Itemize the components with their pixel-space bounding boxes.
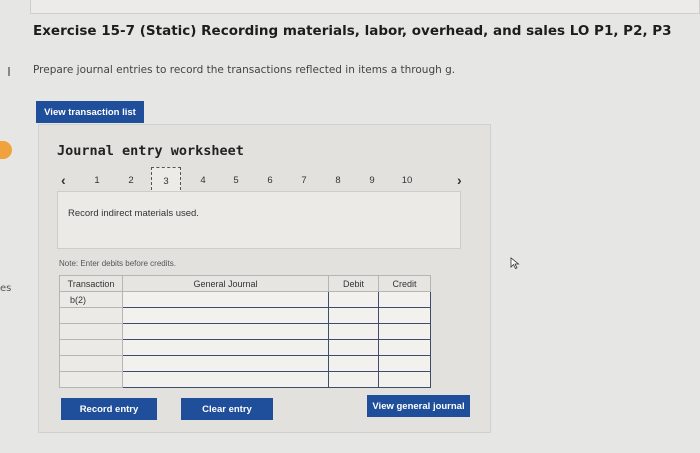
table-row bbox=[59, 323, 431, 340]
credit-input[interactable] bbox=[378, 355, 431, 372]
mouse-cursor-icon bbox=[510, 257, 520, 269]
page-4[interactable]: 4 bbox=[193, 175, 213, 186]
debit-input[interactable] bbox=[328, 323, 379, 340]
table-row bbox=[59, 355, 431, 372]
exercise-instructions: Prepare journal entries to record the tr… bbox=[33, 64, 456, 76]
page-7[interactable]: 7 bbox=[294, 175, 314, 186]
account-input[interactable] bbox=[122, 355, 329, 372]
account-input[interactable] bbox=[122, 371, 329, 388]
view-transaction-list-button[interactable]: View transaction list bbox=[36, 101, 144, 123]
page-6[interactable]: 6 bbox=[260, 175, 280, 186]
header-debit: Debit bbox=[328, 275, 379, 292]
header-transaction: Transaction bbox=[59, 275, 123, 292]
page-8[interactable]: 8 bbox=[328, 175, 348, 186]
exercise-title: Exercise 15-7 (Static) Recording materia… bbox=[33, 23, 672, 39]
journal-table: Transaction General Journal Debit Credit… bbox=[59, 275, 431, 388]
page-1[interactable]: 1 bbox=[87, 175, 107, 186]
header-credit: Credit bbox=[378, 275, 431, 292]
credit-input[interactable] bbox=[378, 371, 431, 388]
account-input[interactable] bbox=[122, 339, 329, 356]
transaction-cell bbox=[59, 307, 123, 324]
entry-note: Note: Enter debits before credits. bbox=[59, 259, 176, 268]
account-input[interactable] bbox=[122, 323, 329, 340]
credit-input[interactable] bbox=[378, 339, 431, 356]
debit-input[interactable] bbox=[328, 307, 379, 324]
prev-page-chevron-icon[interactable]: ‹ bbox=[61, 172, 66, 188]
left-edge-marker[interactable] bbox=[0, 141, 12, 159]
transaction-description-box: Record indirect materials used. bbox=[57, 191, 461, 249]
transaction-description: Record indirect materials used. bbox=[68, 208, 199, 219]
account-input[interactable] bbox=[122, 307, 329, 324]
record-entry-button[interactable]: Record entry bbox=[61, 398, 157, 420]
left-edge-tick bbox=[8, 67, 10, 76]
debit-input[interactable] bbox=[328, 371, 379, 388]
clear-entry-button[interactable]: Clear entry bbox=[181, 398, 273, 420]
credit-input[interactable] bbox=[378, 307, 431, 324]
credit-input[interactable] bbox=[378, 323, 431, 340]
debit-input[interactable] bbox=[328, 291, 379, 308]
view-general-journal-button[interactable]: View general journal bbox=[367, 395, 470, 417]
transaction-cell bbox=[59, 323, 123, 340]
debit-input[interactable] bbox=[328, 339, 379, 356]
worksheet-title: Journal entry worksheet bbox=[57, 143, 244, 159]
next-page-chevron-icon[interactable]: › bbox=[457, 172, 462, 188]
page-9[interactable]: 9 bbox=[362, 175, 382, 186]
transaction-cell bbox=[59, 355, 123, 372]
debit-input[interactable] bbox=[328, 355, 379, 372]
page-10[interactable]: 10 bbox=[397, 175, 417, 186]
transaction-cell: b(2) bbox=[59, 291, 123, 308]
header-general-journal: General Journal bbox=[122, 275, 329, 292]
table-row bbox=[59, 307, 431, 324]
table-row bbox=[59, 371, 431, 388]
account-input[interactable] bbox=[122, 291, 329, 308]
table-row: b(2) bbox=[59, 291, 431, 308]
journal-entry-worksheet: Journal entry worksheet ‹ 1 2 3 4 5 6 7 … bbox=[38, 124, 491, 433]
transaction-cell bbox=[59, 371, 123, 388]
top-frame bbox=[30, 0, 700, 14]
transaction-cell bbox=[59, 339, 123, 356]
left-edge-text: es bbox=[0, 283, 12, 294]
page-5[interactable]: 5 bbox=[226, 175, 246, 186]
credit-input[interactable] bbox=[378, 291, 431, 308]
table-row bbox=[59, 339, 431, 356]
page-2[interactable]: 2 bbox=[121, 175, 141, 186]
